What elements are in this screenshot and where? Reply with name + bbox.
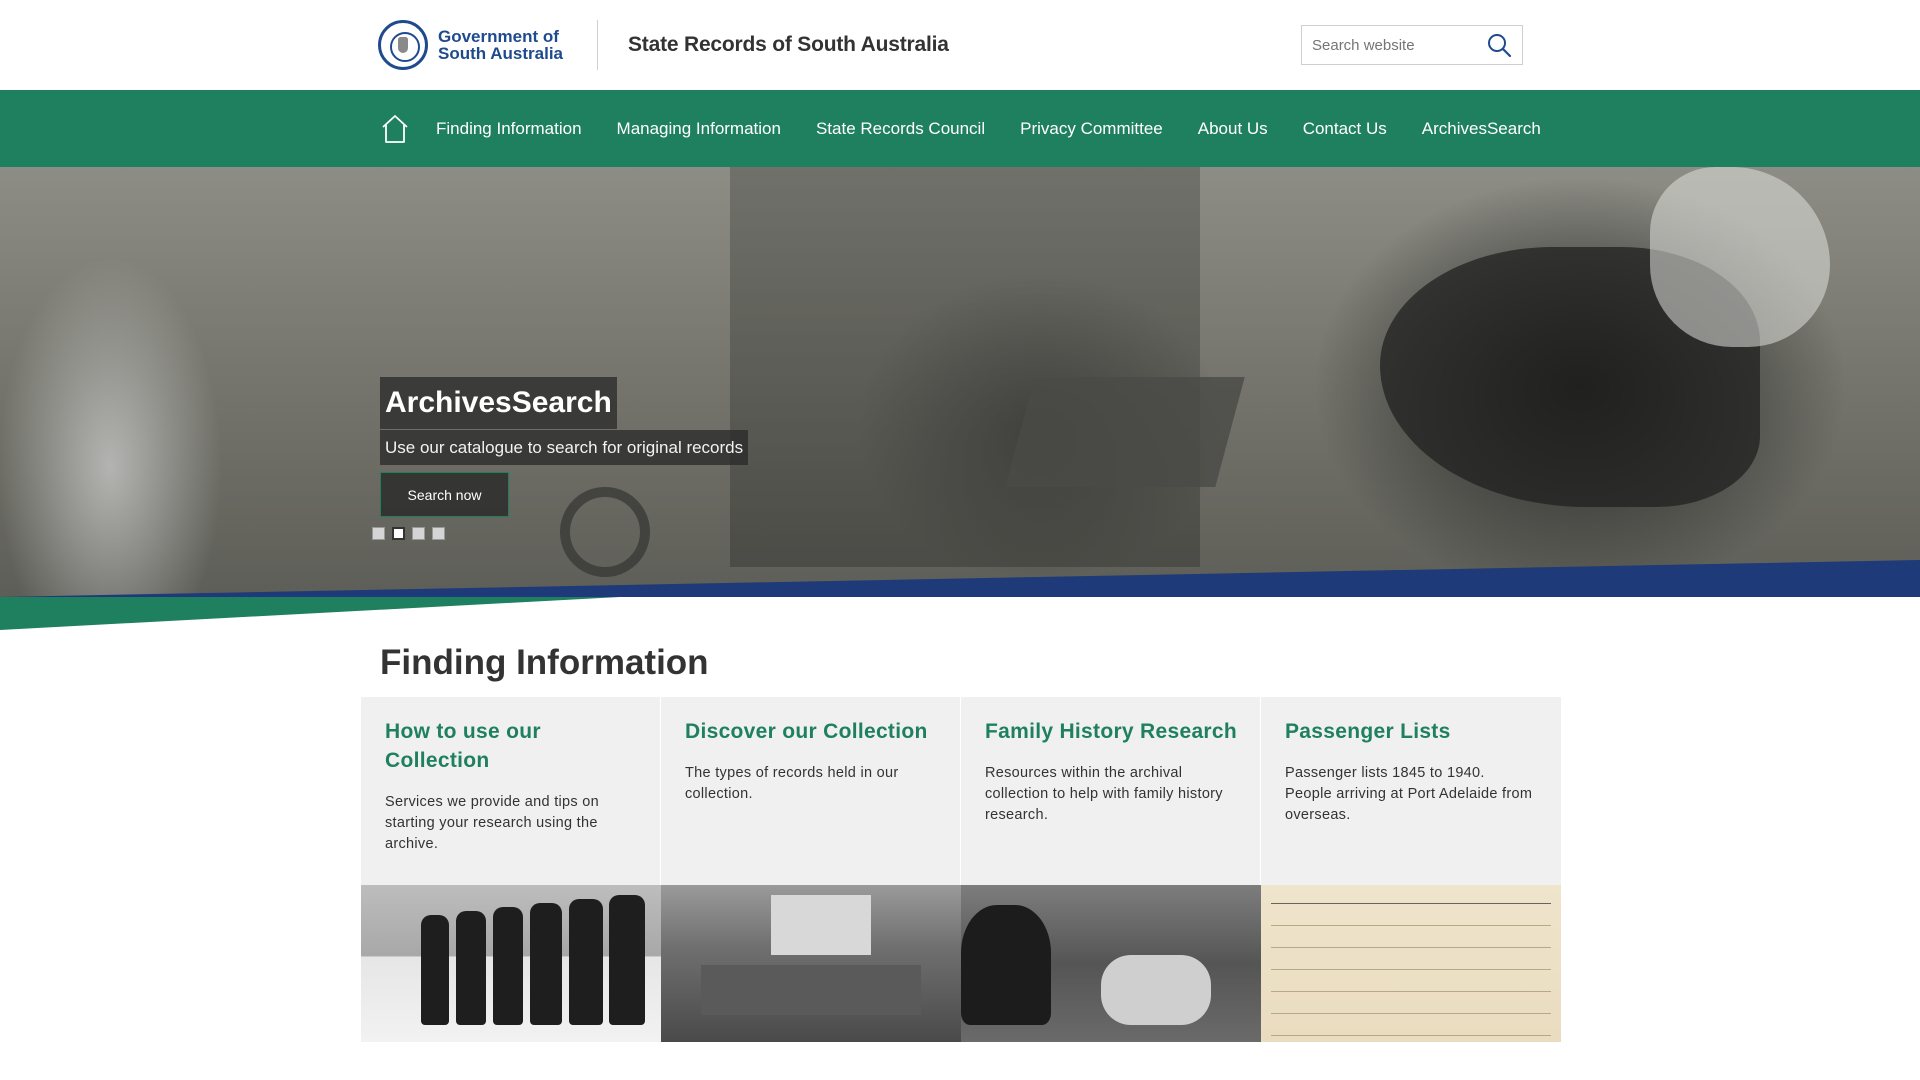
nav-state-records-council[interactable]: State Records Council (816, 119, 985, 139)
nav-inner: Finding Information Managing Information… (380, 90, 1576, 167)
nav-finding-information[interactable]: Finding Information (436, 119, 582, 139)
card-image-picnic[interactable] (961, 885, 1261, 1042)
search-icon (1488, 34, 1512, 58)
slider-dot-3[interactable] (412, 527, 425, 540)
site-title[interactable]: State Records of South Australia (628, 33, 949, 57)
logo-line-1: Government of (438, 27, 559, 46)
card-image-fairground[interactable] (661, 885, 961, 1042)
card-title[interactable]: How to use our Collection (385, 717, 645, 775)
nav-archivessearch[interactable]: ArchivesSearch (1422, 119, 1541, 139)
home-button[interactable] (380, 90, 436, 167)
card-how-to-use[interactable]: How to use our Collection Services we pr… (361, 697, 661, 1042)
hero-photo-cart-bed (1005, 377, 1245, 487)
search-now-button[interactable]: Search now (380, 472, 509, 517)
card-discover-collection[interactable]: Discover our Collection The types of rec… (661, 697, 961, 1042)
card-title[interactable]: Passenger Lists (1285, 717, 1545, 746)
hero-subtitle-box: Use our catalogue to search for original… (380, 430, 749, 465)
decorative-swoosh (0, 560, 1920, 630)
card-description: The types of records held in our collect… (685, 765, 899, 802)
slider-dots (372, 527, 452, 540)
card-description: Passenger lists 1845 to 1940. People arr… (1285, 765, 1533, 823)
search-box (1301, 25, 1523, 65)
sa-crest-icon (378, 20, 428, 70)
section-title: Finding Information (380, 643, 709, 682)
card-title[interactable]: Family History Research (985, 717, 1245, 746)
nav-managing-information[interactable]: Managing Information (617, 119, 781, 139)
hero-subtitle: Use our catalogue to search for original… (385, 438, 744, 457)
hero-title-box: ArchivesSearch (380, 377, 617, 429)
header-divider (597, 20, 598, 70)
card-description: Services we provide and tips on starting… (385, 794, 600, 852)
nav-privacy-committee[interactable]: Privacy Committee (1020, 119, 1163, 139)
card-image-lifesavers[interactable] (361, 885, 661, 1042)
finding-cards: How to use our Collection Services we pr… (361, 697, 1561, 1042)
card-family-history[interactable]: Family History Research Resources within… (961, 697, 1261, 1042)
card-title[interactable]: Discover our Collection (685, 717, 945, 746)
logo-text: Government of South Australia (438, 28, 563, 62)
slider-dot-2[interactable] (392, 527, 405, 540)
home-icon (382, 114, 408, 143)
search-button[interactable] (1477, 26, 1521, 64)
slider-dot-4[interactable] (432, 527, 445, 540)
card-passenger-lists[interactable]: Passenger Lists Passenger lists 1845 to … (1261, 697, 1561, 1042)
nav-about-us[interactable]: About Us (1198, 119, 1268, 139)
hero-photo-horse-head (1650, 167, 1830, 347)
logo-line-2: South Australia (438, 44, 563, 63)
slider-dot-1[interactable] (372, 527, 385, 540)
gov-sa-logo[interactable]: Government of South Australia (378, 18, 568, 72)
site-header: Government of South Australia State Reco… (0, 0, 1920, 90)
hero-photo-cart (730, 167, 1200, 567)
nav-contact-us[interactable]: Contact Us (1303, 119, 1387, 139)
main-nav: Finding Information Managing Information… (0, 90, 1920, 167)
hero-banner: ArchivesSearch Use our catalogue to sear… (0, 167, 1920, 597)
card-description: Resources within the archival collection… (985, 765, 1223, 823)
card-image-passenger-list[interactable] (1261, 885, 1561, 1042)
hero-title: ArchivesSearch (385, 386, 612, 419)
search-input[interactable] (1302, 26, 1477, 64)
